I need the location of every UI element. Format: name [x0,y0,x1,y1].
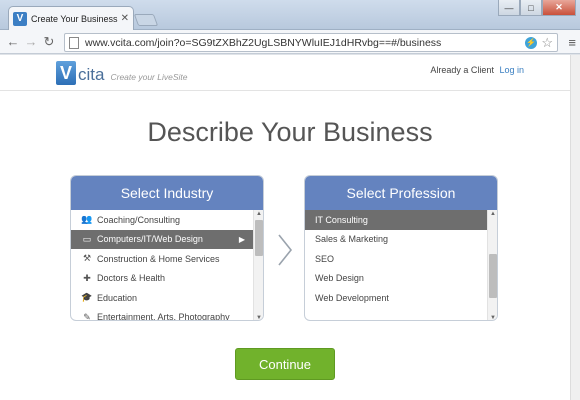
industry-item-label: Education [97,292,138,303]
reload-button[interactable]: ↻ [40,33,58,51]
industry-panel-title: Select Industry [71,176,263,210]
brush-icon: ✎ [83,311,91,321]
minimize-button[interactable]: — [498,0,520,16]
profession-panel: Select Profession IT Consulting Sales & … [304,175,498,321]
browser-toolbar: ← → ↻ www.vcita.com/join?o=SG9tZXBhZ2UgL… [0,30,580,54]
industry-list[interactable]: 👥 Coaching/Consulting ▭ Computers/IT/Web… [71,210,263,321]
login-link[interactable]: Log in [499,65,524,75]
client-text: Already a Client [430,65,494,75]
continue-button[interactable]: Continue [235,348,335,380]
industry-item-label: Construction & Home Services [97,253,220,264]
profession-item[interactable]: Web Design [305,269,487,289]
scrollbar-thumb[interactable] [489,254,497,298]
industry-panel: Select Industry 👥 Coaching/Consulting ▭ … [70,175,264,321]
industry-item[interactable]: ✎ Entertainment, Arts, Photography [71,308,253,321]
forward-button[interactable]: → [22,33,40,51]
industry-item-label: Doctors & Health [97,273,166,284]
profession-item[interactable]: Web Development [305,288,487,308]
page-title: Describe Your Business [147,117,433,147]
new-tab-button[interactable] [133,14,159,26]
client-login: Already a Client Log in [430,65,524,75]
vcita-logo[interactable]: V cita Create your LiveSite [56,61,187,85]
industry-item[interactable]: ⚒ Construction & Home Services [71,249,253,269]
medical-kit-icon: ✚ [83,272,91,283]
profession-item-selected[interactable]: IT Consulting [305,210,487,230]
industry-item[interactable]: 🎓 Education [71,288,253,308]
scrollbar-thumb[interactable] [255,220,263,256]
site-header: V cita Create your LiveSite Already a Cl… [0,55,580,91]
page-content: V cita Create your LiveSite Already a Cl… [0,55,580,400]
address-bar[interactable]: www.vcita.com/join?o=SG9tZXBhZ2UgLSBNYWl… [64,33,558,52]
page-icon [69,36,79,49]
tab-title: Create Your Business Acc [31,13,119,24]
extension-icon[interactable]: ⚡ [525,36,538,49]
close-window-button[interactable]: ✕ [542,0,576,16]
industry-item-label: Computers/IT/Web Design [97,234,203,245]
tagline: Create your LiveSite [110,72,188,82]
page-scrollbar[interactable] [570,55,580,400]
scroll-down-icon[interactable]: ▼ [488,314,497,320]
profession-panel-title: Select Profession [305,176,497,210]
monitor-icon: ▭ [82,233,92,244]
scroll-up-icon[interactable]: ▲ [488,210,497,218]
people-icon: 👥 [81,214,93,225]
industry-item-selected[interactable]: ▭ Computers/IT/Web Design ▶ [71,229,253,249]
bookmark-star-icon[interactable]: ☆ [541,35,553,51]
chevron-right-icon [278,234,293,266]
tab-close-icon[interactable]: ✕ [121,13,129,24]
browser-tab-strip: V Create Your Business Acc ✕ — □ ✕ [0,0,580,30]
industry-item-label: Entertainment, Arts, Photography [97,312,230,321]
profession-item[interactable]: SEO [305,249,487,269]
scroll-up-icon[interactable]: ▲ [254,210,263,218]
hammer-icon: ⚒ [82,253,92,264]
maximize-button[interactable]: □ [520,0,542,16]
industry-item[interactable]: ✚ Doctors & Health [71,269,253,289]
industry-item-label: Coaching/Consulting [97,214,181,225]
scroll-down-icon[interactable]: ▼ [254,314,263,320]
back-button[interactable]: ← [4,33,22,51]
vcita-favicon-icon: V [13,11,27,26]
chevron-right-icon: ▶ [238,234,245,244]
browser-menu-icon[interactable]: ≡ [568,35,576,50]
industry-scrollbar[interactable]: ▲ ▼ [253,210,263,320]
logo-text: cita [78,65,105,84]
graduation-cap-icon: 🎓 [81,292,93,303]
window-controls: — □ ✕ [498,0,576,16]
profession-scrollbar[interactable]: ▲ ▼ [487,210,497,320]
browser-tab[interactable]: V Create Your Business Acc ✕ [8,6,134,30]
profession-list[interactable]: IT Consulting Sales & Marketing SEO Web … [305,210,497,320]
profession-item[interactable]: Sales & Marketing [305,230,487,250]
url-text[interactable]: www.vcita.com/join?o=SG9tZXBhZ2UgLSBNYWl… [85,37,521,49]
industry-item[interactable]: 👥 Coaching/Consulting [71,210,253,230]
logo-v-icon: V [56,61,76,85]
